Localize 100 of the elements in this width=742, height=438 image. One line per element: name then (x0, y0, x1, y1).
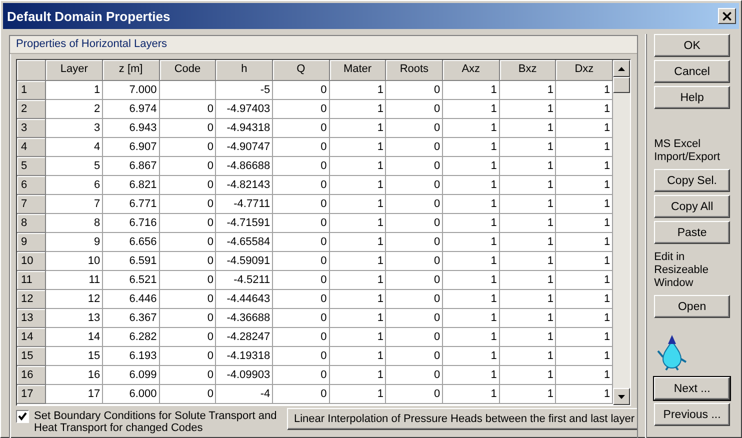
table-cell: 0 (273, 138, 330, 157)
table-cell: -4 (216, 385, 274, 404)
column-header[interactable]: Bxz (500, 60, 556, 81)
column-header[interactable]: Layer (46, 60, 103, 81)
scroll-down-icon[interactable] (618, 394, 626, 398)
dialog-button[interactable]: Copy Sel. (654, 169, 730, 192)
table-cell: 1 (330, 385, 386, 404)
row-header[interactable]: 5 (17, 157, 46, 176)
dialog-button[interactable]: Previous ... (654, 403, 730, 426)
table-cell: 0 (160, 138, 216, 157)
table-cell: 1 (330, 252, 386, 271)
table-cell: 3 (46, 119, 104, 138)
table-cell: 1 (500, 385, 556, 404)
row-header[interactable]: 10 (17, 252, 46, 271)
row-header[interactable]: 3 (17, 119, 46, 138)
table-cell: 1 (330, 366, 386, 385)
table-cell: 1 (500, 176, 556, 195)
table-cell: 6.367 (103, 309, 160, 328)
table-cell: -4.36688 (216, 309, 274, 328)
section-label: MS Excel Import/Export (654, 138, 722, 164)
table-cell: -4.7711 (216, 195, 274, 214)
row-header[interactable]: 9 (17, 233, 46, 252)
table-cell: 1 (500, 309, 556, 328)
table-cell: 1 (500, 157, 556, 176)
table-cell: 1 (443, 366, 500, 385)
column-header[interactable]: Dxz (556, 60, 614, 81)
row-header[interactable]: 16 (17, 366, 46, 385)
table-cell: 0 (273, 252, 330, 271)
checkbox[interactable] (16, 410, 29, 423)
interpolate-button[interactable]: Linear Interpolation of Pressure Heads between the first and last layer (287, 408, 638, 430)
table-cell: -4.82143 (216, 176, 274, 195)
column-header[interactable]: Roots (386, 60, 444, 81)
scrollbar[interactable] (613, 60, 630, 405)
table-cell: 0 (273, 271, 330, 290)
dialog-button[interactable]: Cancel (654, 60, 730, 83)
table-cell: 11 (46, 271, 104, 290)
table-cell: 7.000 (103, 81, 160, 100)
table-cell: 4 (46, 138, 104, 157)
table-cell: 0 (386, 176, 444, 195)
table-cell: -5 (216, 81, 274, 100)
table-cell: 1 (443, 214, 500, 233)
table-cell: 1 (500, 100, 556, 119)
table-cell: 0 (160, 328, 216, 347)
table-cell: 0 (386, 157, 444, 176)
row-header[interactable]: 4 (17, 138, 46, 157)
table-cell: 0 (160, 366, 216, 385)
table-cell: 15 (46, 347, 104, 366)
column-header[interactable]: Mater (330, 60, 386, 81)
scroll-thumb[interactable] (613, 77, 630, 93)
empty-cell[interactable] (160, 81, 216, 100)
table-cell: 0 (273, 195, 330, 214)
row-header[interactable]: 7 (17, 195, 46, 214)
close-button[interactable]: × (718, 8, 736, 24)
dialog-button[interactable]: OK (654, 34, 730, 57)
table-cell: 0 (273, 214, 330, 233)
window-title: Default Domain Properties (7, 8, 170, 24)
table-cell: 1 (330, 157, 386, 176)
table-cell: 12 (46, 290, 104, 309)
table-cell: 1 (46, 81, 104, 100)
row-header[interactable]: 15 (17, 347, 46, 366)
checkbox-label: Set Boundary Conditions for Solute Transport and Heat Transport for changed Codes (34, 410, 278, 434)
table-cell: 1 (500, 233, 556, 252)
panel-title: Properties of Horizontal Layers (16, 38, 168, 50)
row-header[interactable]: 11 (17, 271, 46, 290)
dialog-button[interactable]: Help (654, 86, 730, 109)
table-cell: 1 (330, 347, 386, 366)
scroll-up-icon[interactable] (618, 66, 626, 70)
table-cell: 1 (443, 385, 500, 404)
row-header[interactable]: 14 (17, 328, 46, 347)
dialog-button[interactable]: Copy All (654, 195, 730, 218)
table-cell: 0 (386, 385, 444, 404)
table-cell: 9 (46, 233, 104, 252)
table-cell: 1 (500, 119, 556, 138)
dialog-button[interactable]: Paste (654, 221, 730, 244)
row-header[interactable]: 1 (17, 81, 46, 100)
row-header[interactable]: 2 (17, 100, 46, 119)
table-cell: 1 (443, 309, 500, 328)
dialog-button[interactable]: Next ... (654, 377, 730, 400)
table-cell: 8 (46, 214, 104, 233)
table-cell: 6.716 (103, 214, 160, 233)
column-header[interactable]: h (216, 60, 274, 81)
table-cell: 1 (443, 100, 500, 119)
table-cell: 0 (160, 233, 216, 252)
row-header[interactable]: 13 (17, 309, 46, 328)
table-cell: 1 (443, 119, 500, 138)
column-header[interactable]: z [m] (103, 60, 160, 81)
table-cell: 1 (330, 176, 386, 195)
table-cell: 1 (500, 81, 556, 100)
row-header[interactable]: 6 (17, 176, 46, 195)
column-header[interactable]: Code (160, 60, 216, 81)
table-cell: 1 (500, 328, 556, 347)
row-header[interactable]: 17 (17, 385, 46, 404)
table-cell: 0 (386, 233, 444, 252)
table-cell: 0 (386, 366, 444, 385)
column-header[interactable]: Q (273, 60, 330, 81)
row-header[interactable]: 8 (17, 214, 46, 233)
row-header[interactable]: 12 (17, 290, 46, 309)
dialog-button[interactable]: Open (654, 295, 730, 318)
column-header[interactable]: Axz (443, 60, 500, 81)
table-cell: 0 (160, 195, 216, 214)
